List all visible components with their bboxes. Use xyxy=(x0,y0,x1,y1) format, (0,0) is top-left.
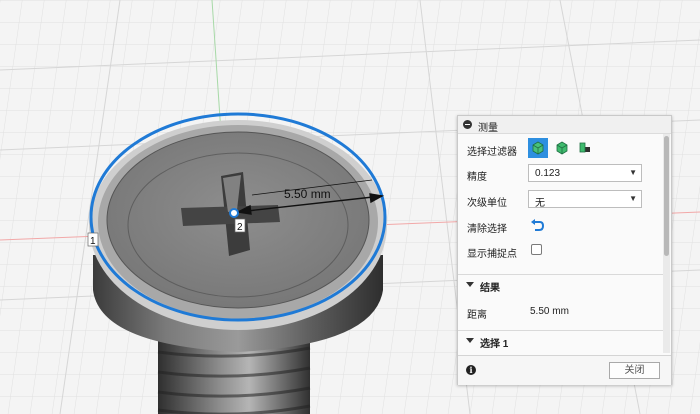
precision-row: 精度 0.123 ▼ xyxy=(458,163,663,185)
clear-selection-label: 清除选择 xyxy=(467,224,507,235)
expand-triangle-icon xyxy=(466,282,474,287)
measure-dimension-label: 5.50 mm xyxy=(284,187,331,201)
panel-footer: i 关闭 xyxy=(458,355,671,385)
face-filter-icon[interactable] xyxy=(552,138,572,158)
distance-value: 5.50 mm xyxy=(530,306,569,317)
chevron-down-icon: ▼ xyxy=(629,194,637,203)
selection1-section-header[interactable]: 选择 1 xyxy=(458,330,663,351)
selection1-title: 选择 1 xyxy=(480,339,509,350)
undo-clear-icon[interactable] xyxy=(530,219,544,232)
point-1-label: 1 xyxy=(90,236,96,247)
point-2-marker[interactable] xyxy=(229,208,239,218)
secondary-unit-row: 次级单位 无 ▼ xyxy=(458,189,663,211)
scrollbar-thumb[interactable] xyxy=(664,136,669,256)
precision-value: 0.123 xyxy=(535,168,561,179)
show-snap-points-row: 显示捕捉点 xyxy=(458,240,663,262)
secondary-unit-label: 次级单位 xyxy=(467,198,507,209)
show-snap-points-checkbox[interactable] xyxy=(531,244,542,255)
panel-title: 测量 xyxy=(478,123,498,134)
collapse-icon[interactable] xyxy=(463,120,472,129)
selection-filter-label: 选择过滤器 xyxy=(467,147,517,158)
precision-label: 精度 xyxy=(467,172,487,183)
info-icon[interactable]: i xyxy=(466,365,476,375)
secondary-unit-value: 无 xyxy=(535,198,545,209)
distance-label: 距离 xyxy=(467,310,487,321)
results-section-header[interactable]: 结果 xyxy=(458,274,663,295)
measure-panel: 测量 选择过滤器 精度 0.123 ▼ 次级单位 无 ▼ 清除选择 显示捕捉点 … xyxy=(457,115,672,385)
body-filter-icon[interactable] xyxy=(528,138,548,158)
panel-header[interactable]: 测量 xyxy=(458,116,671,134)
edge-vertex-filter-icon[interactable] xyxy=(575,138,595,158)
clear-selection-row: 清除选择 xyxy=(458,215,663,237)
close-button[interactable]: 关闭 xyxy=(609,362,660,379)
expand-triangle-icon xyxy=(466,338,474,343)
results-title: 结果 xyxy=(480,283,500,294)
precision-select[interactable]: 0.123 ▼ xyxy=(528,164,642,182)
secondary-unit-select[interactable]: 无 ▼ xyxy=(528,190,642,209)
selection-filter-row: 选择过滤器 xyxy=(458,138,663,160)
distance-row: 距离 5.50 mm xyxy=(458,301,663,323)
point-2-label: 2 xyxy=(237,222,243,233)
panel-scrollbar[interactable] xyxy=(663,134,670,353)
show-snap-points-label: 显示捕捉点 xyxy=(467,249,517,260)
chevron-down-icon: ▼ xyxy=(629,168,637,177)
